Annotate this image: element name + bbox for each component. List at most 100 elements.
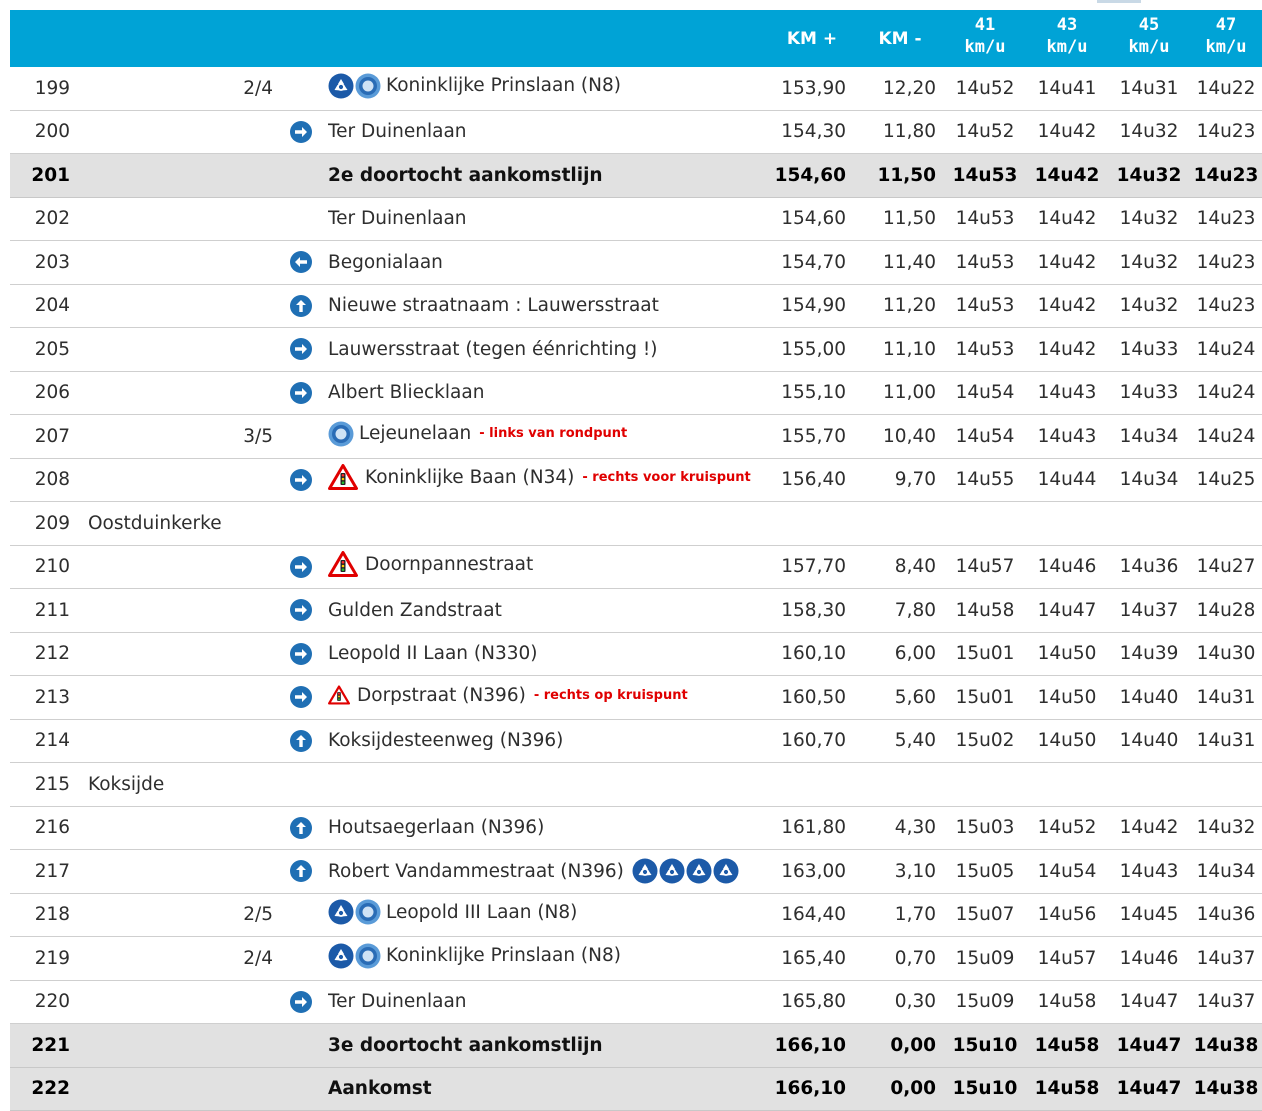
direction-cell: [273, 980, 328, 1024]
time-at-speed: 14u58: [944, 588, 1026, 633]
km-min: [856, 762, 944, 807]
time-at-speed: 14u42: [1026, 153, 1108, 198]
time-at-speed: 15u01: [944, 675, 1026, 720]
time-at-speed: 14u45: [1108, 893, 1190, 937]
km-plus: 154,60: [768, 153, 856, 198]
time-at-speed: 14u38: [1190, 1023, 1262, 1068]
direction-cell: [273, 893, 328, 937]
speed-unit: km/u: [1128, 37, 1170, 57]
row-number: 213: [10, 675, 70, 720]
street-name: Doornpannestraat: [365, 553, 534, 575]
time-at-speed: 14u23: [1190, 153, 1262, 198]
roundabout-icon: [355, 899, 381, 925]
arrow-right-icon: [289, 468, 312, 491]
roundabout-sign-icon: [328, 73, 354, 99]
time-at-speed: 14u25: [1190, 458, 1262, 502]
place-name: Koksijde: [70, 762, 230, 807]
street-cell: Ter Duinenlaan: [328, 980, 768, 1024]
km-plus: 161,80: [768, 806, 856, 850]
street-cell: 3e doortocht aankomstlijn: [328, 1023, 768, 1068]
table-row: 220 Ter Duinenlaan 165,80 0,30 15u09 14u58 14u…: [10, 980, 1262, 1024]
time-at-speed: 15u05: [944, 849, 1026, 894]
street-name: 2e doortocht aankomstlijn: [328, 164, 603, 186]
roundabout-exit: [230, 849, 273, 894]
roundabout-exit: [230, 371, 273, 415]
direction-cell: [273, 1067, 328, 1111]
km-min: 0,00: [856, 1023, 944, 1068]
street-line: Aankomst: [328, 1078, 432, 1099]
street-line: Koksijdesteenweg (N396): [328, 730, 563, 751]
arrow-right-icon: [289, 338, 312, 361]
arrow-left-icon: [289, 251, 312, 274]
speed-unit: km/u: [1046, 37, 1088, 57]
roundabout-sign-icon: [713, 858, 739, 884]
table-row: 207 3/5 Lejeunelaan - links van rondpunt 155…: [10, 414, 1262, 459]
time-at-speed: 14u36: [1190, 893, 1262, 937]
roundabout-exit: 2/4: [230, 936, 273, 981]
speed-unit: km/u: [1205, 37, 1247, 57]
time-at-speed: 14u31: [1108, 67, 1190, 111]
time-at-speed: 15u09: [944, 980, 1026, 1024]
km-plus: 165,80: [768, 980, 856, 1024]
row-number: 217: [10, 849, 70, 894]
time-at-speed: 14u36: [1108, 545, 1190, 589]
street-name: Leopold II Laan (N330): [328, 643, 538, 665]
roundabout-icon: [355, 943, 381, 969]
roundabout-exit: 2/4: [230, 67, 273, 111]
time-at-speed: 14u53: [944, 240, 1026, 285]
direction-cell: [273, 501, 328, 546]
roundabout-exit: [230, 980, 273, 1024]
arrow-up-icon: [289, 860, 312, 883]
arrow-right-icon: [289, 381, 312, 404]
km-plus: 154,30: [768, 110, 856, 154]
time-at-speed: 14u58: [1026, 1067, 1108, 1111]
street-line: Koninklijke Prinslaan (N8): [328, 943, 621, 969]
street-cell: Houtsaegerlaan (N396): [328, 806, 768, 850]
arrow-right-icon: [289, 990, 312, 1013]
table-row: 209 Oostduinkerke: [10, 501, 1262, 546]
time-at-speed: 14u47: [1108, 1067, 1190, 1111]
time-at-speed: 14u42: [1026, 327, 1108, 372]
time-at-speed: [1190, 501, 1262, 546]
table-row: 210 Doornpannestraat 157,70 8,40 14u57 14u46 1…: [10, 545, 1262, 589]
row-number: 205: [10, 327, 70, 372]
time-at-speed: 15u09: [944, 936, 1026, 981]
street-name: Lauwersstraat (tegen éénrichting !): [328, 338, 658, 360]
place-name: [70, 414, 230, 459]
street-cell: Begonialaan: [328, 240, 768, 285]
roundabout-exit: [230, 762, 273, 807]
time-at-speed: 15u07: [944, 893, 1026, 937]
street-line: Ter Duinenlaan: [328, 991, 467, 1012]
time-at-speed: 14u54: [944, 371, 1026, 415]
time-at-speed: 14u57: [1026, 936, 1108, 981]
direction-cell: [273, 240, 328, 285]
time-at-speed: [1190, 762, 1262, 807]
street-name: Houtsaegerlaan (N396): [328, 817, 545, 839]
street-cell: Albert Bliecklaan: [328, 371, 768, 415]
km-min: 11,00: [856, 371, 944, 415]
route-note: - rechts voor kruispunt: [582, 469, 751, 485]
row-number: 201: [10, 153, 70, 198]
roundabout-icon: [328, 421, 354, 447]
time-at-speed: 14u39: [1108, 632, 1190, 676]
roundabout-exit: 2/5: [230, 893, 273, 937]
street-cell: Robert Vandammestraat (N396): [328, 849, 768, 894]
time-at-speed: 14u38: [1190, 1067, 1262, 1111]
time-at-speed: 14u53: [944, 327, 1026, 372]
street-name: Nieuwe straatnaam : Lauwersstraat: [328, 295, 659, 317]
roundabout-exit: [230, 327, 273, 372]
place-name: [70, 936, 230, 981]
row-number: 210: [10, 545, 70, 589]
km-plus: 160,50: [768, 675, 856, 720]
time-at-speed: 14u32: [1108, 153, 1190, 198]
time-at-speed: 14u24: [1190, 414, 1262, 459]
time-at-speed: 14u42: [1026, 110, 1108, 154]
roundabout-exit: [230, 806, 273, 850]
time-at-speed: 14u47: [1108, 980, 1190, 1024]
time-at-speed: 14u46: [1108, 936, 1190, 981]
roundabout-sign-icon: [686, 858, 712, 884]
km-min: 1,70: [856, 893, 944, 937]
km-plus: 157,70: [768, 545, 856, 589]
km-min: 5,60: [856, 675, 944, 720]
time-at-speed: 14u58: [1026, 1023, 1108, 1068]
